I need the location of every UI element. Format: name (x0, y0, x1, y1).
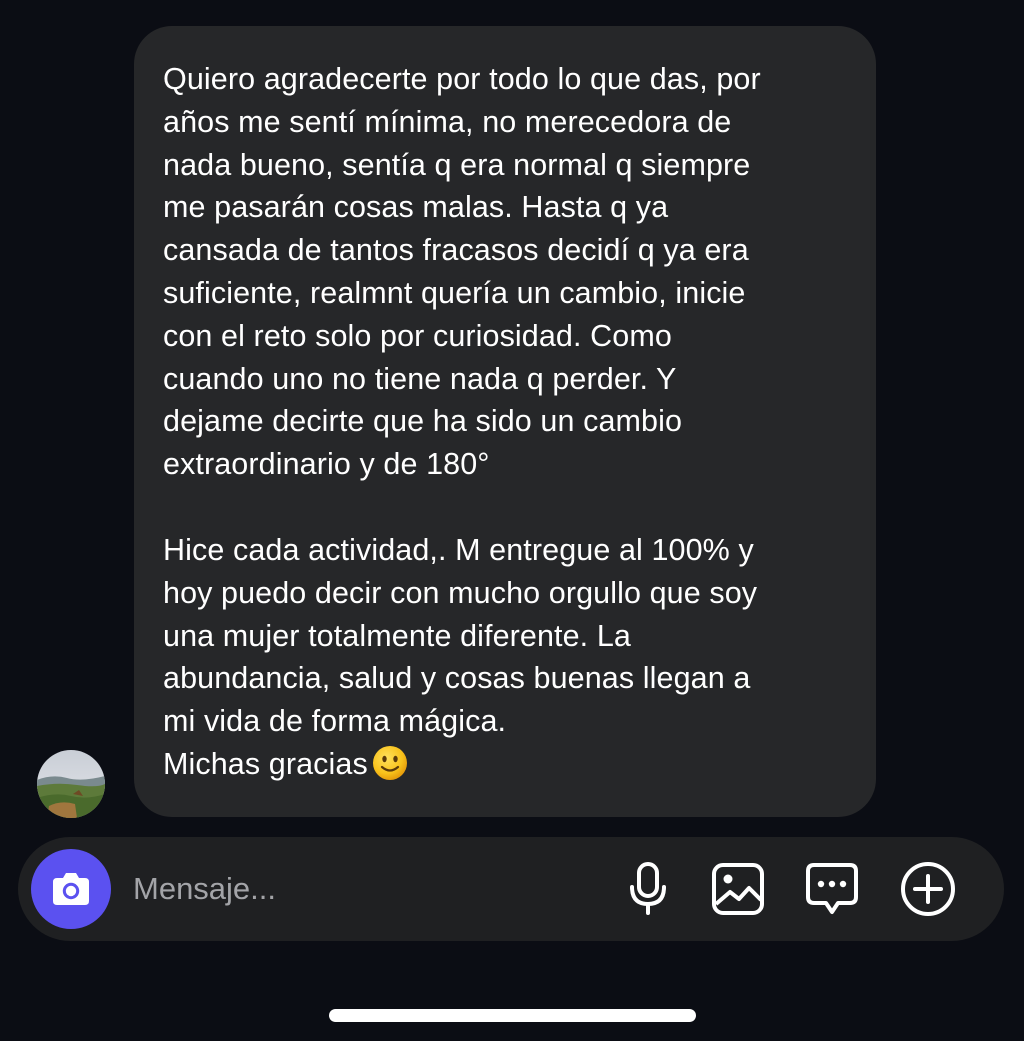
avatar[interactable] (37, 750, 105, 818)
camera-button[interactable] (31, 849, 111, 929)
message-line: abundancia, salud y cosas buenas llegan … (163, 661, 751, 696)
camera-icon (53, 873, 89, 905)
message-line: cuando uno no tiene nada q perder. Y (163, 361, 677, 396)
message-closing-line: Michas gracias (163, 743, 848, 786)
message-input[interactable] (133, 861, 603, 917)
message-line: nada bueno, sentía q era normal q siempr… (163, 147, 751, 182)
microphone-button[interactable] (618, 859, 678, 919)
message-line: me pasarán cosas malas. Hasta q ya (163, 190, 669, 225)
avatar-landscape-image (37, 750, 105, 818)
message-line: dejame decirte que ha sido un cambio (163, 404, 683, 439)
gallery-button[interactable] (708, 859, 768, 919)
message-line: cansada de tantos fracasos decidí q ya e… (163, 233, 749, 268)
microphone-icon (630, 862, 666, 915)
message-line: suficiente, realmnt quería un cambio, in… (163, 275, 746, 310)
chat-screen: Quiero agradecerte por todo lo que das, … (0, 0, 1024, 1041)
message-line: años me sentí mínima, no merecedora de (163, 104, 732, 139)
sticker-chat-button[interactable] (802, 859, 862, 919)
message-line: mi vida de forma mágica. (163, 704, 507, 739)
message-line: una mujer totalmente diferente. La (163, 618, 631, 653)
message-line: extraordinario y de 180° (163, 447, 490, 482)
slightly-smiling-face-emoji (372, 745, 407, 780)
add-icon (901, 862, 955, 916)
add-button[interactable] (898, 859, 958, 919)
home-indicator[interactable] (329, 1009, 696, 1022)
message-line: con el reto solo por curiosidad. Como (163, 318, 672, 353)
closing-text: Michas gracias (163, 746, 368, 781)
message-line: hoy puedo decir con mucho orgullo que so… (163, 575, 758, 610)
image-icon (712, 863, 764, 915)
incoming-message-bubble[interactable]: Quiero agradecerte por todo lo que das, … (134, 26, 876, 817)
sticker-chat-icon (806, 863, 858, 914)
message-line: Quiero agradecerte por todo lo que das, … (163, 62, 761, 96)
message-composer (18, 837, 1004, 941)
message-line: Hice cada actividad,. M entregue al 100%… (163, 532, 754, 567)
